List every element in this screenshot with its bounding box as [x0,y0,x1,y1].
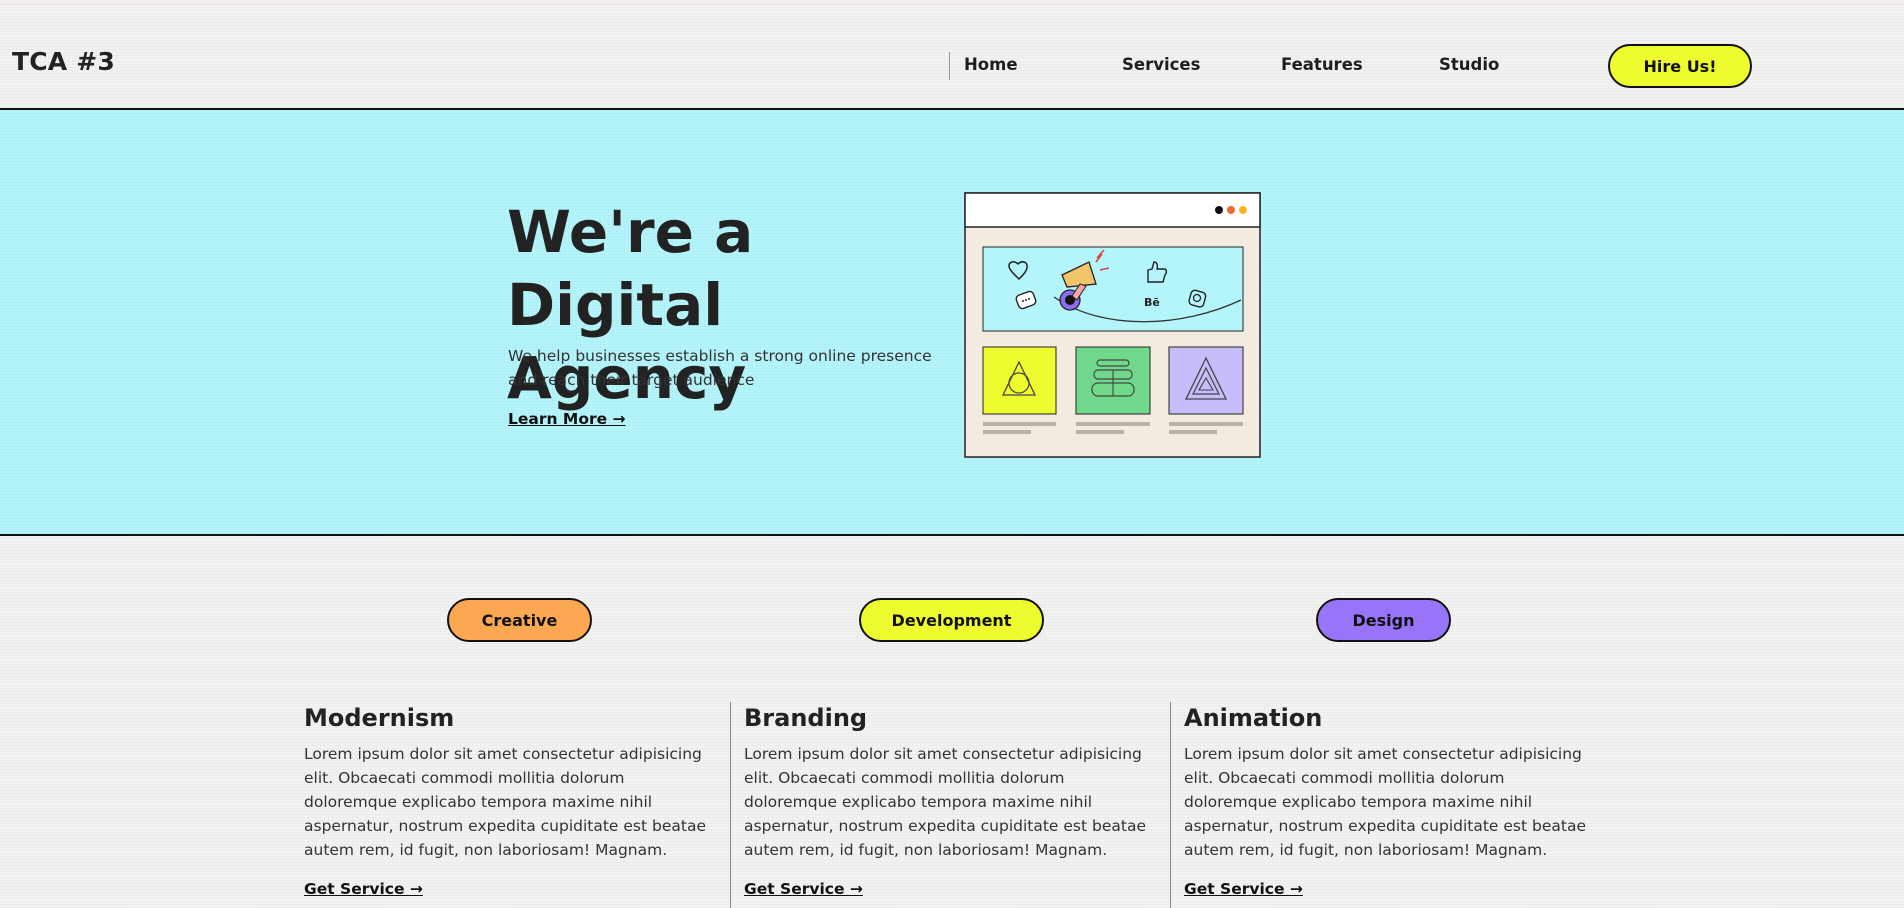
category-design-button[interactable]: Design [1316,598,1451,642]
column-divider [1170,702,1171,908]
service-card-animation: Animation Lorem ipsum dolor sit amet con… [1184,704,1594,898]
hero-illustration: Bē [964,192,1261,458]
category-development-button[interactable]: Development [859,598,1044,642]
card-body: Lorem ipsum dolor sit amet consectetur a… [1184,745,1586,859]
nav-services[interactable]: Services [1122,55,1200,74]
window-dot-yellow [1239,206,1247,214]
get-service-link[interactable]: Get Service → [304,880,423,898]
card-body: Lorem ipsum dolor sit amet consectetur a… [744,745,1146,859]
card-title: Modernism [304,704,455,732]
learn-more-link[interactable]: Learn More → [508,410,626,428]
nav-studio[interactable]: Studio [1439,55,1499,74]
site-header: TCA #3 Home Services Features Studio Hir… [0,0,1904,108]
column-divider [730,702,731,908]
logo[interactable]: TCA #3 [12,47,115,76]
category-creative-button[interactable]: Creative [447,598,592,642]
card-title: Branding [744,704,868,732]
window-dot-orange [1227,206,1235,214]
behance-icon: Bē [1144,296,1160,309]
hero-subtitle: We help businesses establish a strong on… [508,347,932,389]
card-title: Animation [1184,704,1323,732]
card-body: Lorem ipsum dolor sit amet consectetur a… [304,745,706,859]
hire-us-button[interactable]: Hire Us! [1608,44,1752,88]
nav-divider [949,52,950,80]
window-dot-black [1215,206,1223,214]
nav-features[interactable]: Features [1281,55,1363,74]
get-service-link[interactable]: Get Service → [744,880,863,898]
hero-section: We're a Digital Agency We help businesse… [0,108,1904,536]
nav-home[interactable]: Home [964,55,1018,74]
hero-texture [0,110,1904,534]
social-banner: Bē [982,246,1244,332]
service-card-branding: Branding Lorem ipsum dolor sit amet cons… [744,704,1154,898]
get-service-link[interactable]: Get Service → [1184,880,1303,898]
service-card-modernism: Modernism Lorem ipsum dolor sit amet con… [304,704,714,898]
